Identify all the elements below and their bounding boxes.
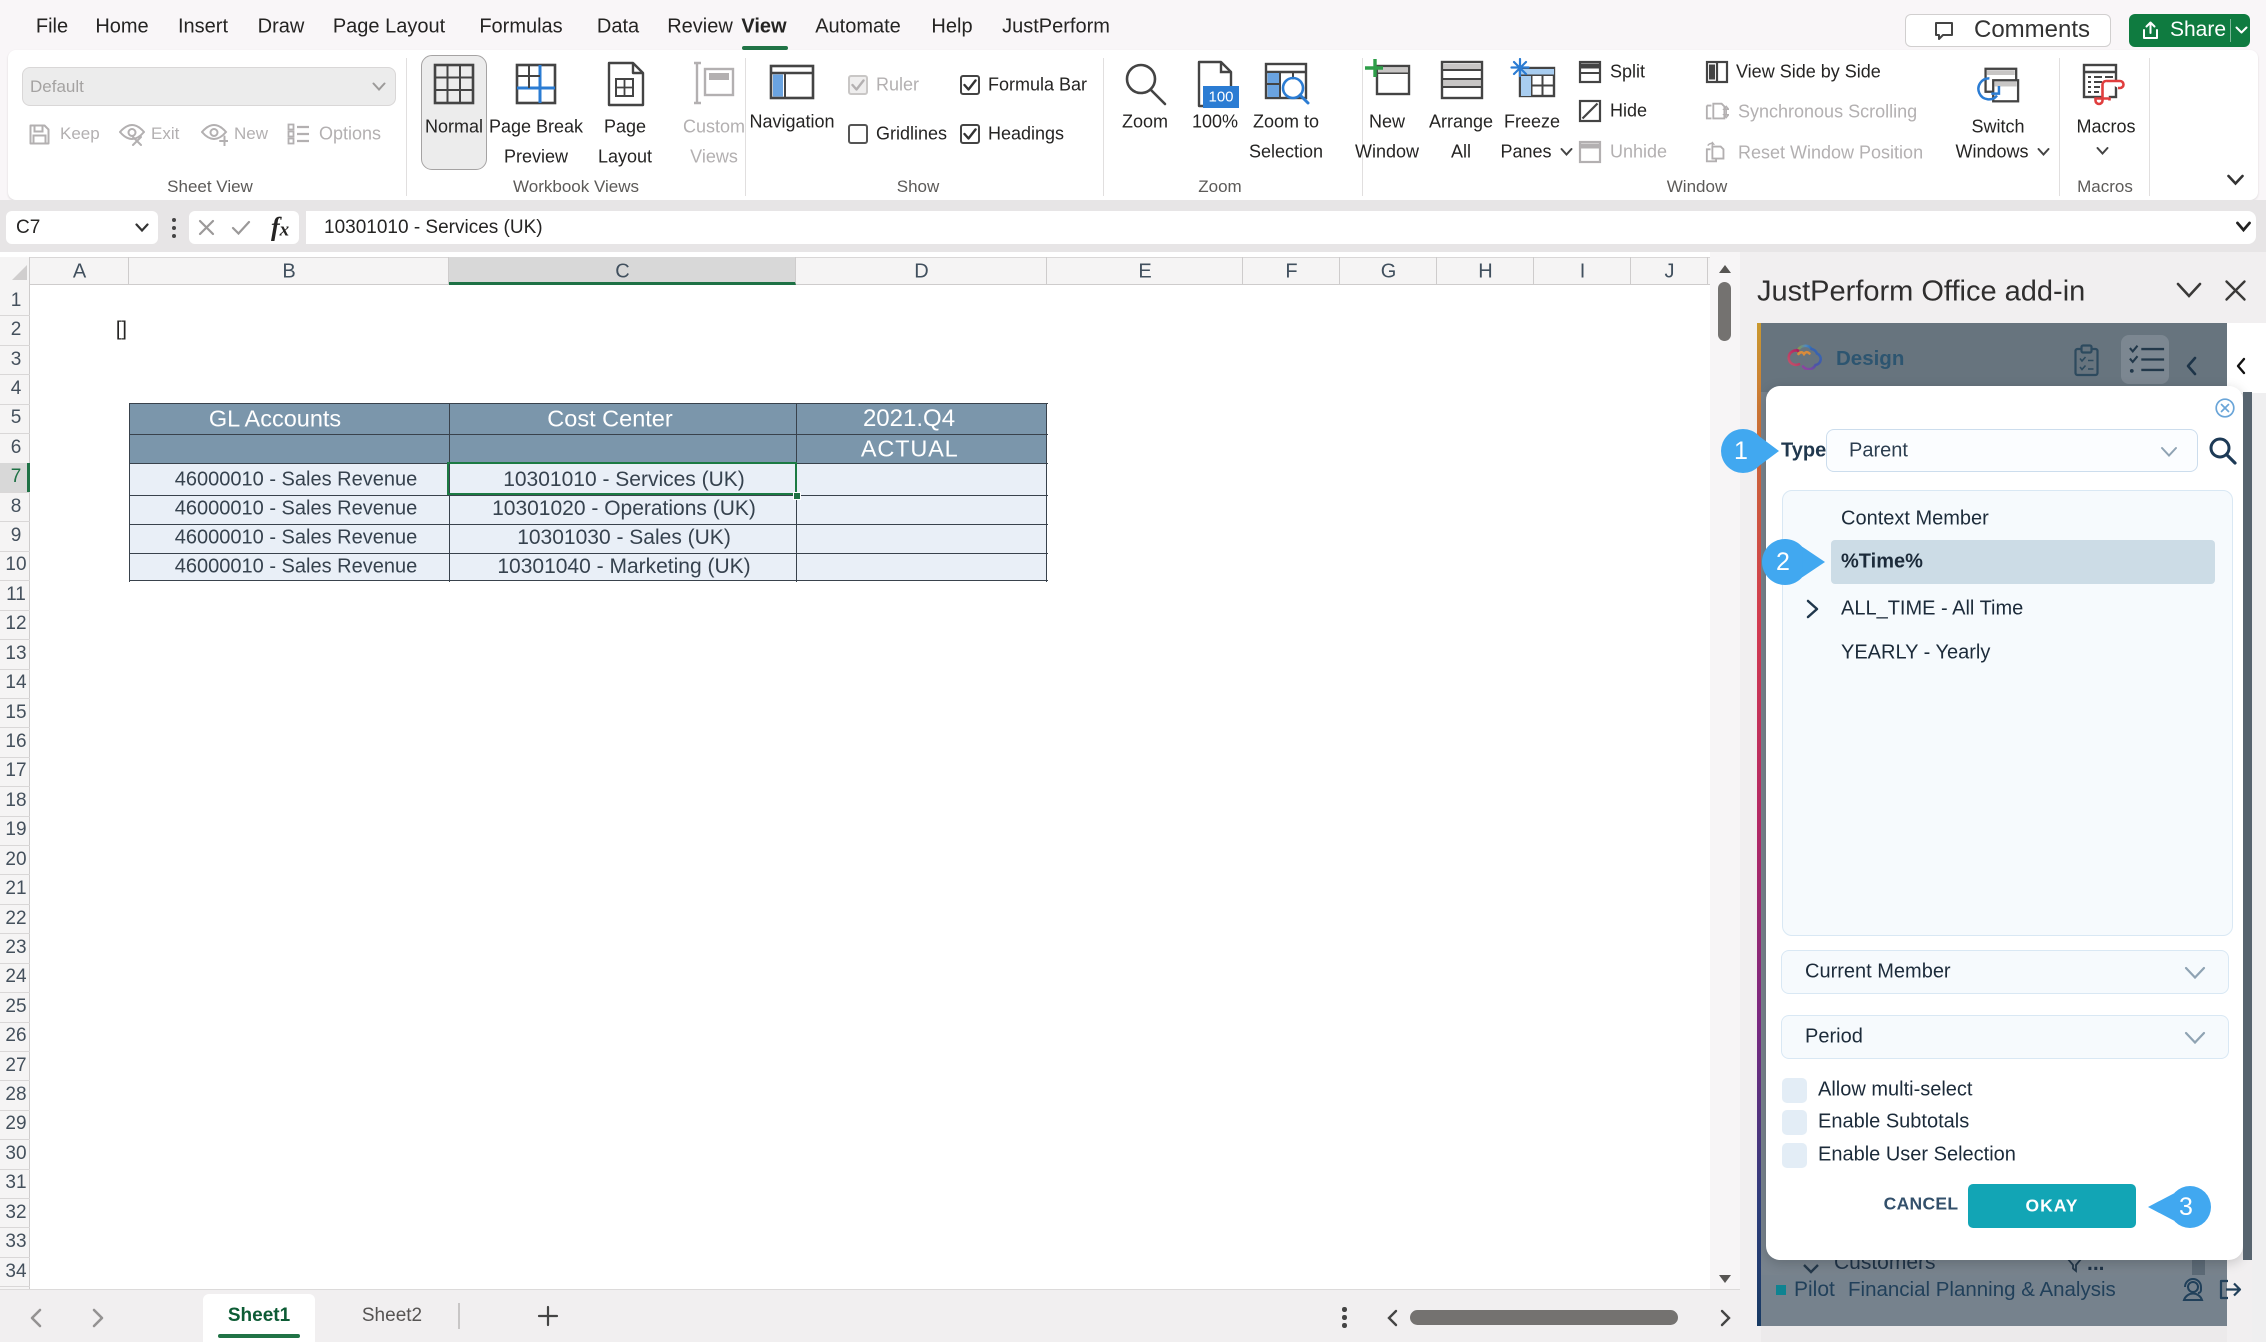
svg-text:2: 2 — [1776, 548, 1790, 576]
svg-text:3: 3 — [2179, 1193, 2193, 1221]
svg-text:1: 1 — [1734, 437, 1748, 465]
